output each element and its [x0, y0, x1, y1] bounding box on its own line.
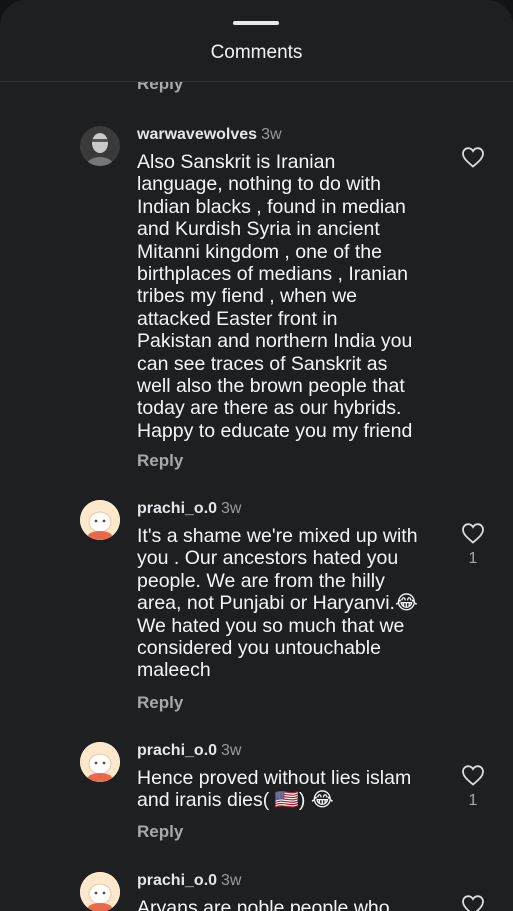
comment-username[interactable]: prachi_o.0 3w — [137, 742, 241, 760]
comment-username[interactable]: prachi_o.0 3w — [137, 872, 241, 890]
sheet-title: Comments — [210, 42, 303, 63]
username-text[interactable]: prachi_o.0 — [137, 500, 217, 517]
avatar-cartoon-icon — [80, 872, 120, 911]
reply-button[interactable]: Reply — [137, 451, 183, 471]
like-count[interactable]: 1 — [461, 550, 485, 568]
comment-username[interactable]: prachi_o.0 3w — [137, 500, 241, 518]
username-text[interactable]: warwavewolves — [137, 126, 257, 143]
avatar-cartoon-icon — [80, 500, 120, 540]
avatar[interactable] — [80, 126, 120, 166]
heart-outline-icon[interactable] — [461, 146, 485, 168]
comment-text: It's a shame we're mixed up with you . O… — [137, 525, 418, 682]
comment-list[interactable]: Reply warwavewolves 3w Also Sanskrit is I… — [0, 82, 513, 911]
heart-outline-icon[interactable] — [461, 894, 485, 911]
comment-time: 3w — [221, 742, 242, 759]
comments-sheet: Comments Reply warwavewolves 3w Also Sans… — [0, 0, 513, 911]
comment-time: 3w — [261, 126, 282, 143]
avatar-cartoon-icon — [80, 742, 120, 782]
avatar[interactable] — [80, 742, 120, 782]
username-text[interactable]: prachi_o.0 — [137, 872, 217, 889]
avatar[interactable] — [80, 500, 120, 540]
avatar[interactable] — [80, 872, 120, 911]
heart-outline-icon[interactable] — [461, 764, 485, 786]
comment-username[interactable]: warwavewolves 3w — [137, 126, 282, 144]
comment-time: 3w — [221, 500, 242, 517]
heart-outline-icon[interactable] — [461, 522, 485, 544]
comment-time: 3w — [221, 872, 242, 889]
comment-text: Hence proved without lies islam and iran… — [137, 767, 412, 812]
reply-button[interactable]: Reply — [137, 82, 183, 94]
like-count[interactable]: 1 — [461, 792, 485, 810]
comment-text: Aryans are noble people who — [137, 897, 390, 911]
drag-handle[interactable] — [233, 21, 279, 25]
reply-button[interactable]: Reply — [137, 693, 183, 713]
avatar-photo-icon — [80, 126, 120, 166]
reply-button[interactable]: Reply — [137, 822, 183, 842]
comment-text: Also Sanskrit is Iranian language, nothi… — [137, 151, 413, 442]
username-text[interactable]: prachi_o.0 — [137, 742, 217, 759]
